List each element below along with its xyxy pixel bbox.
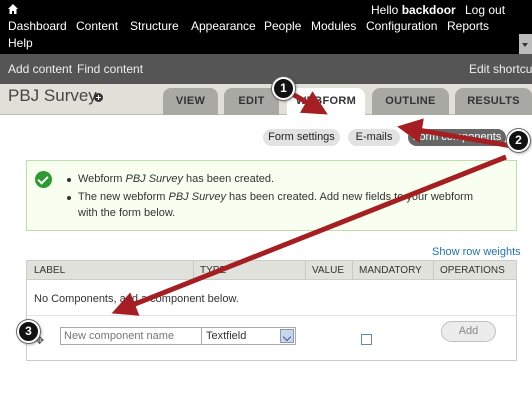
- bullet: [67, 178, 71, 182]
- menu-item-help[interactable]: Help: [8, 36, 33, 50]
- username[interactable]: backdoor: [402, 3, 456, 17]
- find-content-link[interactable]: Find content: [77, 62, 143, 76]
- component-type-select[interactable]: Textfield: [201, 327, 296, 345]
- status-line-2: The new webform PBJ Survey has been crea…: [78, 191, 474, 203]
- add-content-link[interactable]: Add content: [8, 62, 72, 76]
- check-icon: [35, 171, 52, 188]
- menu-item-modules[interactable]: Modules: [311, 19, 356, 33]
- column-header-operations: OPERATIONS: [440, 265, 505, 276]
- menu-item-structure[interactable]: Structure: [130, 19, 179, 33]
- shortcuts-bar: Add content Find content Edit shortcuts: [0, 54, 532, 84]
- edit-shortcuts-link[interactable]: Edit shortcuts: [469, 62, 532, 76]
- table-row: ✥ Textfield Add: [27, 315, 516, 360]
- home-icon[interactable]: [7, 3, 19, 15]
- column-header-label: LABEL: [34, 265, 66, 276]
- page-header: PBJ Survey VIEW EDIT WEBFORM OUTLINE RES…: [0, 84, 532, 116]
- status-line-1: Webform PBJ Survey has been created.: [78, 173, 275, 185]
- chevron-down-icon: [280, 329, 294, 343]
- column-header-type: TYPE: [200, 265, 227, 276]
- tab-view[interactable]: VIEW: [163, 88, 218, 115]
- callout-3: 3: [17, 320, 40, 343]
- mandatory-checkbox[interactable]: [361, 334, 372, 345]
- admin-toolbar: Hello backdoor Log out Dashboard Content…: [0, 0, 532, 54]
- menu-item-appearance[interactable]: Appearance: [191, 19, 256, 33]
- components-table: LABEL TYPE VALUE MANDATORY OPERATIONS No…: [26, 260, 517, 361]
- page-title: PBJ Survey: [8, 86, 97, 105]
- logout-link[interactable]: Log out: [465, 3, 505, 17]
- menu-item-people[interactable]: People: [264, 19, 301, 33]
- toolbar-drawer-toggle[interactable]: [519, 34, 532, 54]
- status-line-3: with the form below.: [78, 207, 176, 219]
- tab-edit[interactable]: EDIT: [224, 88, 279, 115]
- component-type-value: Textfield: [206, 330, 247, 342]
- new-component-name-input[interactable]: [60, 327, 202, 345]
- column-header-value: VALUE: [312, 265, 345, 276]
- bullet: [67, 196, 71, 200]
- menu-item-reports[interactable]: Reports: [447, 19, 489, 33]
- tab-webform[interactable]: WEBFORM: [287, 88, 365, 116]
- tab-outline[interactable]: OUTLINE: [372, 88, 449, 115]
- empty-table-message: No Components, add a component below.: [34, 293, 239, 305]
- column-header-mandatory: MANDATORY: [359, 265, 422, 276]
- user-greeting: Hello backdoor: [371, 3, 456, 17]
- tab-form-settings[interactable]: Form settings: [263, 129, 340, 146]
- menu-item-configuration[interactable]: Configuration: [366, 19, 437, 33]
- show-row-weights-link[interactable]: Show row weights: [432, 246, 521, 258]
- add-shortcut-icon[interactable]: [94, 93, 103, 102]
- menu-item-dashboard[interactable]: Dashboard: [8, 19, 67, 33]
- menu-item-content[interactable]: Content: [76, 19, 118, 33]
- table-header: LABEL TYPE VALUE MANDATORY OPERATIONS: [27, 261, 516, 280]
- status-message: Webform PBJ Survey has been created. The…: [26, 160, 517, 231]
- callout-1: 1: [272, 77, 295, 100]
- tab-emails[interactable]: E-mails: [348, 129, 400, 146]
- tab-form-components[interactable]: Form components: [408, 129, 506, 146]
- callout-2: 2: [507, 129, 530, 152]
- tab-results[interactable]: RESULTS: [455, 88, 532, 115]
- add-component-button[interactable]: Add: [441, 321, 496, 342]
